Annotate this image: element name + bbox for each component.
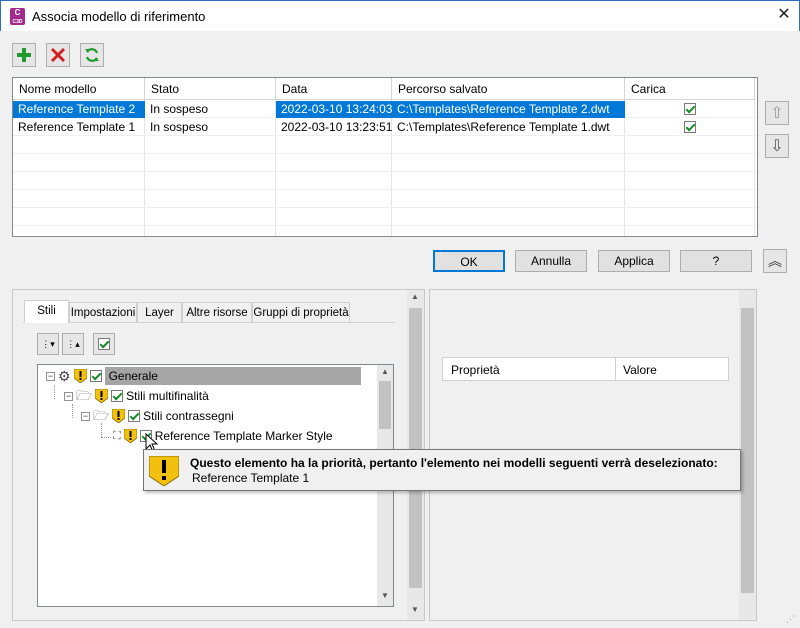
node-checkbox[interactable]: [111, 390, 124, 402]
warning-icon: [112, 409, 126, 423]
tree-node-marker-styles[interactable]: − 🗁 Stili contrassegni: [81, 407, 234, 425]
tree-node-label: Generale: [104, 367, 361, 385]
arrow-up-icon: ⇧: [770, 105, 784, 122]
double-chevron-up-icon: ︽: [768, 253, 782, 269]
close-icon[interactable]: ✕: [774, 5, 794, 25]
property-column-header[interactable]: Proprietà: [451, 363, 500, 377]
tree-node-label: Stili contrassegni: [143, 409, 234, 423]
plus-icon: [17, 48, 31, 62]
warning-icon: [95, 389, 109, 403]
window-title: Associa modello di riferimento: [32, 9, 206, 24]
value-column-header[interactable]: Valore: [623, 363, 657, 377]
tab-styles[interactable]: Stili: [24, 300, 69, 323]
tab-property-sets[interactable]: Gruppi di proprietà: [252, 302, 350, 322]
refresh-button[interactable]: [80, 43, 104, 67]
apply-button[interactable]: Applica: [598, 250, 670, 272]
table-row[interactable]: Reference Template 1 In sospeso 2022-03-…: [13, 119, 757, 136]
row-path: C:\Templates\Reference Template 2.dwt: [392, 101, 625, 118]
column-header-status[interactable]: Stato: [145, 78, 276, 100]
row-load-checkbox[interactable]: [625, 119, 755, 136]
app-icon-sub: C3D: [12, 19, 23, 25]
tab-other-resources[interactable]: Altre risorse: [182, 302, 252, 322]
row-status: In sospeso: [150, 120, 209, 134]
column-header-path[interactable]: Percorso salvato: [392, 78, 625, 100]
collapse-node-icon[interactable]: −: [46, 371, 55, 381]
tab-layers[interactable]: Layer: [137, 302, 182, 322]
expand-tree-icon: ⋮▾: [41, 338, 55, 349]
properties-header: Proprietà Valore: [442, 357, 729, 381]
row-name: Reference Template 2: [13, 101, 145, 118]
tooltip-warning-icon: [148, 455, 180, 489]
checkbox-checked-icon: [684, 103, 696, 115]
checkbox-checked-icon: [684, 121, 696, 133]
column-header-date[interactable]: Data: [276, 78, 392, 100]
collapse-node-icon[interactable]: −: [64, 391, 73, 401]
ok-button[interactable]: OK: [433, 250, 505, 272]
tab-settings[interactable]: Impostazioni: [69, 302, 137, 322]
title-bar: C C3D Associa modello di riferimento ✕: [0, 0, 800, 31]
style-item-icon: ⛶: [113, 430, 121, 442]
row-date: 2022-03-10 13:23:51: [281, 120, 392, 134]
tree-node-general[interactable]: − ⚙ Generale: [46, 367, 361, 385]
warning-icon: [73, 369, 87, 383]
resize-grip[interactable]: ⋰: [786, 614, 798, 626]
warning-icon: [123, 429, 137, 443]
node-checkbox[interactable]: [89, 370, 102, 382]
arrow-down-icon: ⇩: [770, 138, 784, 155]
tree-node-label: Reference Template Marker Style: [154, 429, 333, 443]
collapse-button[interactable]: ︽: [763, 249, 787, 273]
tooltip-title: Questo elemento ha la priorità, pertanto…: [190, 456, 718, 470]
collapse-tree-icon: ⋮▴: [66, 338, 80, 349]
delete-icon: [50, 47, 66, 63]
tree-node-label: Stili multifinalità: [126, 389, 209, 403]
gear-icon: ⚙: [58, 368, 71, 384]
collapse-all-button[interactable]: ⋮▴: [62, 333, 84, 355]
add-template-button[interactable]: [12, 43, 36, 67]
row-name: Reference Template 1: [18, 120, 136, 134]
tree-node-multipurpose-styles[interactable]: − 🗁 Stili multifinalità: [64, 387, 209, 405]
check-all-button[interactable]: [93, 333, 115, 355]
priority-tooltip: Questo elemento ha la priorità, pertanto…: [143, 449, 741, 491]
app-icon: C C3D: [10, 8, 25, 25]
tooltip-item: Reference Template 1: [192, 471, 310, 485]
table-row[interactable]: Reference Template 2 In sospeso 2022-03-…: [13, 101, 757, 118]
row-path: C:\Templates\Reference Template 1.dwt: [397, 120, 610, 134]
remove-template-button[interactable]: [46, 43, 70, 67]
refresh-icon: [85, 48, 99, 62]
row-status: In sospeso: [150, 102, 209, 116]
app-icon-letter: C: [14, 8, 21, 17]
expand-all-button[interactable]: ⋮▾: [37, 333, 59, 355]
folder-open-icon: 🗁: [76, 388, 93, 403]
column-header-load[interactable]: Carica: [625, 78, 755, 100]
node-checkbox[interactable]: [128, 410, 141, 422]
checkbox-checked-icon: [98, 338, 110, 350]
row-date: 2022-03-10 13:24:03: [276, 101, 392, 118]
folder-open-icon: 🗁: [93, 408, 110, 423]
collapse-node-icon[interactable]: −: [81, 411, 90, 421]
template-grid[interactable]: Nome modello Stato Data Percorso salvato…: [12, 77, 758, 237]
move-up-button[interactable]: ⇧: [765, 101, 789, 125]
cancel-button[interactable]: Annulla: [515, 250, 587, 272]
row-load-checkbox[interactable]: [625, 101, 755, 118]
right-panel-scrollbar[interactable]: [739, 290, 756, 620]
move-down-button[interactable]: ⇩: [765, 134, 789, 158]
help-button[interactable]: ?: [680, 250, 752, 272]
column-header-name[interactable]: Nome modello: [13, 78, 145, 100]
